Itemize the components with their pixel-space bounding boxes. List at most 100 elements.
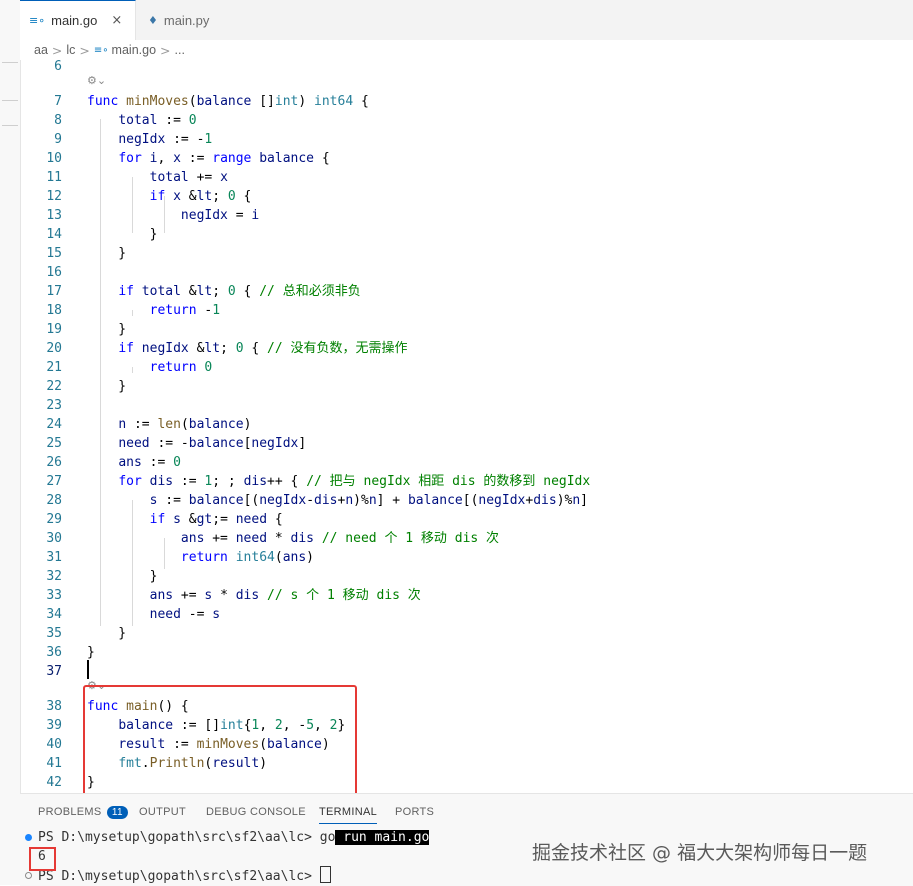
code-line[interactable]: 27 for dis := 1; ; dis++ { // 把与 negIdx … bbox=[20, 472, 913, 491]
code-text: total := 0 bbox=[118, 113, 197, 128]
code-line[interactable]: 25 need := -balance[negIdx] bbox=[20, 434, 913, 453]
code-line[interactable]: 23 bbox=[20, 396, 913, 415]
line-number: 20 bbox=[46, 341, 62, 356]
tab-main-go[interactable]: ≡∘ main.go × bbox=[20, 0, 136, 40]
line-number: 18 bbox=[46, 303, 62, 318]
code-text: n := len(balance) bbox=[118, 417, 252, 432]
code-line[interactable]: 21 return 0 bbox=[20, 358, 913, 377]
breadcrumb-item[interactable]: lc bbox=[66, 43, 75, 57]
command-success-icon bbox=[25, 834, 32, 841]
line-number: 37 bbox=[46, 664, 62, 679]
code-line[interactable]: 10 for i, x := range balance { bbox=[20, 149, 913, 168]
code-line[interactable]: 7 func minMoves(balance []int) int64 { bbox=[20, 92, 913, 111]
code-line[interactable]: 9 negIdx := -1 bbox=[20, 130, 913, 149]
code-text: for i, x := range balance { bbox=[118, 151, 330, 166]
code-line[interactable]: 24 n := len(balance) bbox=[20, 415, 913, 434]
code-text: ans := 0 bbox=[118, 455, 181, 470]
line-number: 6 bbox=[54, 60, 62, 74]
line-number: 41 bbox=[46, 756, 62, 771]
go-file-icon: ≡∘ bbox=[29, 14, 46, 27]
tab-terminal[interactable]: TERMINAL bbox=[319, 806, 378, 824]
breadcrumb-item[interactable]: aa bbox=[34, 43, 48, 57]
tab-main-py[interactable]: ♦ main.py bbox=[148, 0, 209, 40]
code-line[interactable]: 12 if x &lt; 0 { bbox=[20, 187, 913, 206]
line-number: 16 bbox=[46, 265, 62, 280]
code-text: ans += need * dis // need 个 1 移动 dis 次 bbox=[180, 531, 500, 546]
line-number: 40 bbox=[46, 737, 62, 752]
line-number: 36 bbox=[46, 645, 62, 660]
breadcrumb-item[interactable]: ... bbox=[175, 43, 185, 57]
code-line[interactable]: 18 return -1 bbox=[20, 301, 913, 320]
code-line[interactable]: 17 if total &lt; 0 { // 总和必须非负 bbox=[20, 282, 913, 301]
code-text: } bbox=[87, 645, 95, 660]
code-text: } bbox=[87, 227, 158, 242]
chevron-right-icon: > bbox=[51, 42, 63, 58]
annotation-box-main bbox=[83, 685, 357, 796]
line-number: 21 bbox=[46, 360, 62, 375]
code-line[interactable]: 20 if negIdx &lt; 0 { // 没有负数，无需操作 bbox=[20, 339, 913, 358]
line-number: 15 bbox=[46, 246, 62, 261]
code-line[interactable]: 36} bbox=[20, 643, 913, 662]
code-line[interactable]: 37 bbox=[20, 662, 913, 681]
code-line[interactable]: 22 } bbox=[20, 377, 913, 396]
terminal-command: go bbox=[319, 830, 336, 845]
watermark: 掘金技术社区 @ 福大大架构师每日一题 bbox=[532, 842, 868, 864]
line-number: 35 bbox=[46, 626, 62, 641]
line-number: 11 bbox=[46, 170, 62, 185]
code-line[interactable]: 15 } bbox=[20, 244, 913, 263]
close-icon[interactable]: × bbox=[111, 13, 122, 28]
code-line[interactable]: 19 } bbox=[20, 320, 913, 339]
code-line[interactable]: 14 } bbox=[20, 225, 913, 244]
indent-guide bbox=[164, 538, 165, 569]
code-line[interactable]: 26 ans := 0 bbox=[20, 453, 913, 472]
code-line[interactable]: 6 bbox=[20, 60, 913, 76]
tab-label: PROBLEMS bbox=[38, 806, 102, 818]
code-line[interactable]: 8 total := 0 bbox=[20, 111, 913, 130]
strip-divider bbox=[2, 100, 18, 101]
breadcrumb-item[interactable]: main.go bbox=[112, 43, 156, 57]
indent-guide bbox=[100, 119, 101, 626]
python-file-icon: ♦ bbox=[148, 13, 158, 27]
code-text: negIdx = i bbox=[180, 208, 260, 223]
tab-label: main.py bbox=[163, 12, 210, 28]
code-editor[interactable]: ⚙⌄ ⚙⌄ 6 7 func minMoves(balance []int) int… bbox=[20, 60, 913, 793]
line-number: 33 bbox=[46, 588, 62, 603]
code-line[interactable]: 35 } bbox=[20, 624, 913, 643]
tab-problems[interactable]: PROBLEMS 11 bbox=[38, 806, 128, 819]
code-line[interactable]: 29 if s &gt;= need { bbox=[20, 510, 913, 529]
line-number: 39 bbox=[46, 718, 62, 733]
line-number: 23 bbox=[46, 398, 62, 413]
tab-output[interactable]: OUTPUT bbox=[139, 806, 186, 818]
code-line[interactable]: 34 need -= s bbox=[20, 605, 913, 624]
code-line[interactable]: 28 s := balance[(negIdx-dis+n)%n] + bala… bbox=[20, 491, 913, 510]
indent-guide bbox=[132, 367, 133, 373]
code-line[interactable]: 30 ans += need * dis // need 个 1 移动 dis … bbox=[20, 529, 913, 548]
line-number: 34 bbox=[46, 607, 62, 622]
line-number: 9 bbox=[54, 132, 62, 147]
code-line[interactable]: 11 total += x bbox=[20, 168, 913, 187]
line-number: 26 bbox=[46, 455, 62, 470]
code-line[interactable]: 32 } bbox=[20, 567, 913, 586]
line-number: 38 bbox=[46, 699, 62, 714]
line-number: 22 bbox=[46, 379, 62, 394]
breadcrumb: aa > lc > ≡∘ main.go > ... bbox=[20, 40, 913, 60]
tab-ports[interactable]: PORTS bbox=[395, 806, 434, 818]
line-number: 29 bbox=[46, 512, 62, 527]
line-number: 32 bbox=[46, 569, 62, 584]
code-text: if x &lt; 0 { bbox=[149, 189, 252, 204]
terminal-prompt: PS D:\mysetup\gopath\src\sf2\aa\lc> bbox=[38, 830, 320, 845]
terminal-cursor bbox=[319, 866, 331, 883]
line-number: 17 bbox=[46, 284, 62, 299]
tab-debug-console[interactable]: DEBUG CONSOLE bbox=[206, 806, 306, 818]
code-text: return int64(ans) bbox=[180, 550, 314, 565]
code-line[interactable]: 31 return int64(ans) bbox=[20, 548, 913, 567]
code-line[interactable]: 13 negIdx = i bbox=[20, 206, 913, 225]
code-text: s := balance[(negIdx-dis+n)%n] + balance… bbox=[149, 493, 588, 508]
code-line[interactable]: 16 bbox=[20, 263, 913, 282]
line-number: 24 bbox=[46, 417, 62, 432]
code-line[interactable]: 33 ans += s * dis // s 个 1 移动 dis 次 bbox=[20, 586, 913, 605]
code-text: } bbox=[87, 379, 127, 394]
line-number: 19 bbox=[46, 322, 62, 337]
problems-count-badge: 11 bbox=[106, 806, 128, 819]
terminal-command-selected: run main.go bbox=[335, 830, 430, 845]
